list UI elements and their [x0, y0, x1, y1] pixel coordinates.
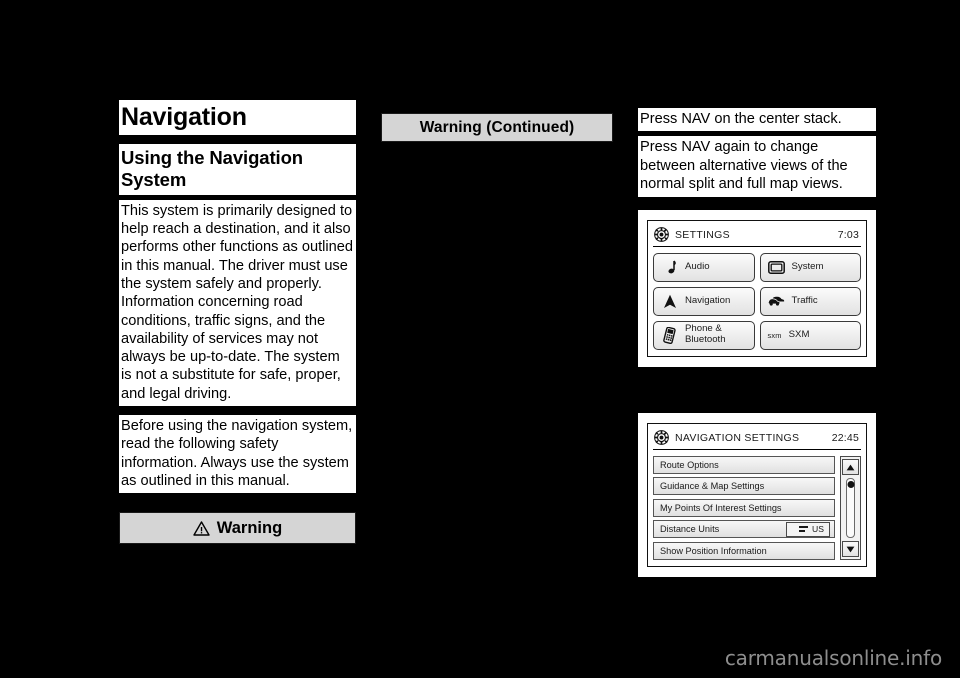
list-item-guidance-map-settings[interactable]: Guidance & Map Settings — [653, 477, 835, 495]
nav-settings-list: Route Options Guidance & Map Settings My… — [653, 455, 835, 560]
tile-label: Audio — [685, 260, 710, 272]
warning-label: Warning — [216, 518, 283, 537]
press-nav-line-1: Press NAV on the center stack. — [638, 108, 876, 132]
tile-traffic[interactable]: Traffic — [759, 286, 861, 316]
settings-screen: SETTINGS 7:03 Audio System Navigation Tr… — [647, 219, 867, 357]
list-item-label: Show Position Information — [660, 545, 767, 556]
scroll-down-button[interactable] — [842, 540, 859, 558]
tile-navigation[interactable]: Navigation — [653, 286, 755, 316]
middle-column: Warning (Continued) — [381, 113, 613, 142]
list-item-show-position-information[interactable]: Show Position Information — [653, 541, 835, 560]
display-screen-icon — [767, 260, 785, 274]
list-item-label: Guidance & Map Settings — [660, 481, 765, 491]
tile-label: System — [791, 260, 824, 272]
gear-icon — [654, 227, 669, 242]
warning-triangle-icon — [193, 521, 210, 536]
list-item-label: My Points Of Interest Settings — [660, 502, 782, 513]
music-note-icon — [661, 259, 678, 275]
tile-label: Navigation — [685, 294, 731, 306]
settings-screen-figure: SETTINGS 7:03 Audio System Navigation Tr… — [638, 209, 876, 367]
unit-toggle-icon — [799, 525, 809, 533]
triangle-up-icon — [846, 458, 855, 476]
intro-paragraph: This system is primarily designed to hel… — [119, 199, 356, 407]
safety-paragraph: Before using the navigation system, read… — [119, 415, 356, 494]
warning-continued-bar: Warning (Continued) — [381, 113, 613, 142]
nav-settings-clock: 22:45 — [831, 431, 859, 444]
distance-units-value-chip[interactable]: US — [786, 521, 830, 537]
nav-arrow-icon — [661, 294, 678, 309]
tile-audio[interactable]: Audio — [653, 252, 755, 282]
manual-page: Navigation Using the Navigation System T… — [0, 0, 960, 678]
nav-settings-scrollbar[interactable] — [840, 455, 861, 560]
scroll-up-button[interactable] — [842, 458, 859, 476]
navigation-settings-screen-figure: NAVIGATION SETTINGS 22:45 Route Options … — [638, 412, 876, 577]
scroll-track[interactable] — [846, 477, 855, 538]
tile-sxm[interactable]: sxm SXM — [759, 320, 861, 350]
right-column: Press NAV on the center stack. Press NAV… — [638, 108, 876, 577]
sxm-logo-icon: sxm — [767, 330, 782, 340]
section-title: Using the Navigation System — [119, 144, 356, 195]
list-item-label: Route Options — [660, 459, 719, 470]
distance-units-value: US — [812, 524, 824, 534]
list-item-my-points-of-interest-settings[interactable]: My Points Of Interest Settings — [653, 498, 835, 517]
settings-title: SETTINGS — [675, 228, 730, 241]
scroll-thumb[interactable] — [847, 480, 854, 488]
tile-label: SXM — [788, 328, 810, 340]
traffic-cars-icon — [767, 295, 785, 307]
tile-label: Traffic — [791, 294, 818, 306]
nav-settings-screen-header: NAVIGATION SETTINGS 22:45 — [653, 429, 861, 450]
press-nav-line-2: Press NAV again to change between altern… — [638, 136, 876, 197]
warning-header-bar: Warning — [119, 512, 356, 545]
chapter-title: Navigation — [119, 100, 356, 135]
tile-label: Phone & Bluetooth — [685, 323, 726, 345]
settings-tile-grid: Audio System Navigation Traffic Phone & … — [653, 252, 861, 350]
mobile-phone-icon — [661, 326, 678, 344]
list-item-label: Distance Units — [660, 524, 720, 534]
left-column: Navigation Using the Navigation System T… — [119, 100, 356, 545]
gear-icon — [654, 430, 669, 445]
settings-screen-header: SETTINGS 7:03 — [653, 226, 861, 247]
triangle-down-icon — [846, 540, 855, 558]
list-item-distance-units[interactable]: Distance Units US — [653, 520, 835, 538]
watermark: carmanualsonline.info — [724, 646, 942, 670]
nav-settings-title: NAVIGATION SETTINGS — [675, 431, 800, 444]
tile-phone-bluetooth[interactable]: Phone & Bluetooth — [653, 320, 755, 350]
navigation-settings-screen: NAVIGATION SETTINGS 22:45 Route Options … — [647, 422, 867, 567]
nav-settings-list-area: Route Options Guidance & Map Settings My… — [653, 455, 861, 560]
settings-clock: 7:03 — [837, 228, 859, 241]
tile-system[interactable]: System — [759, 252, 861, 282]
list-item-route-options[interactable]: Route Options — [653, 455, 835, 474]
